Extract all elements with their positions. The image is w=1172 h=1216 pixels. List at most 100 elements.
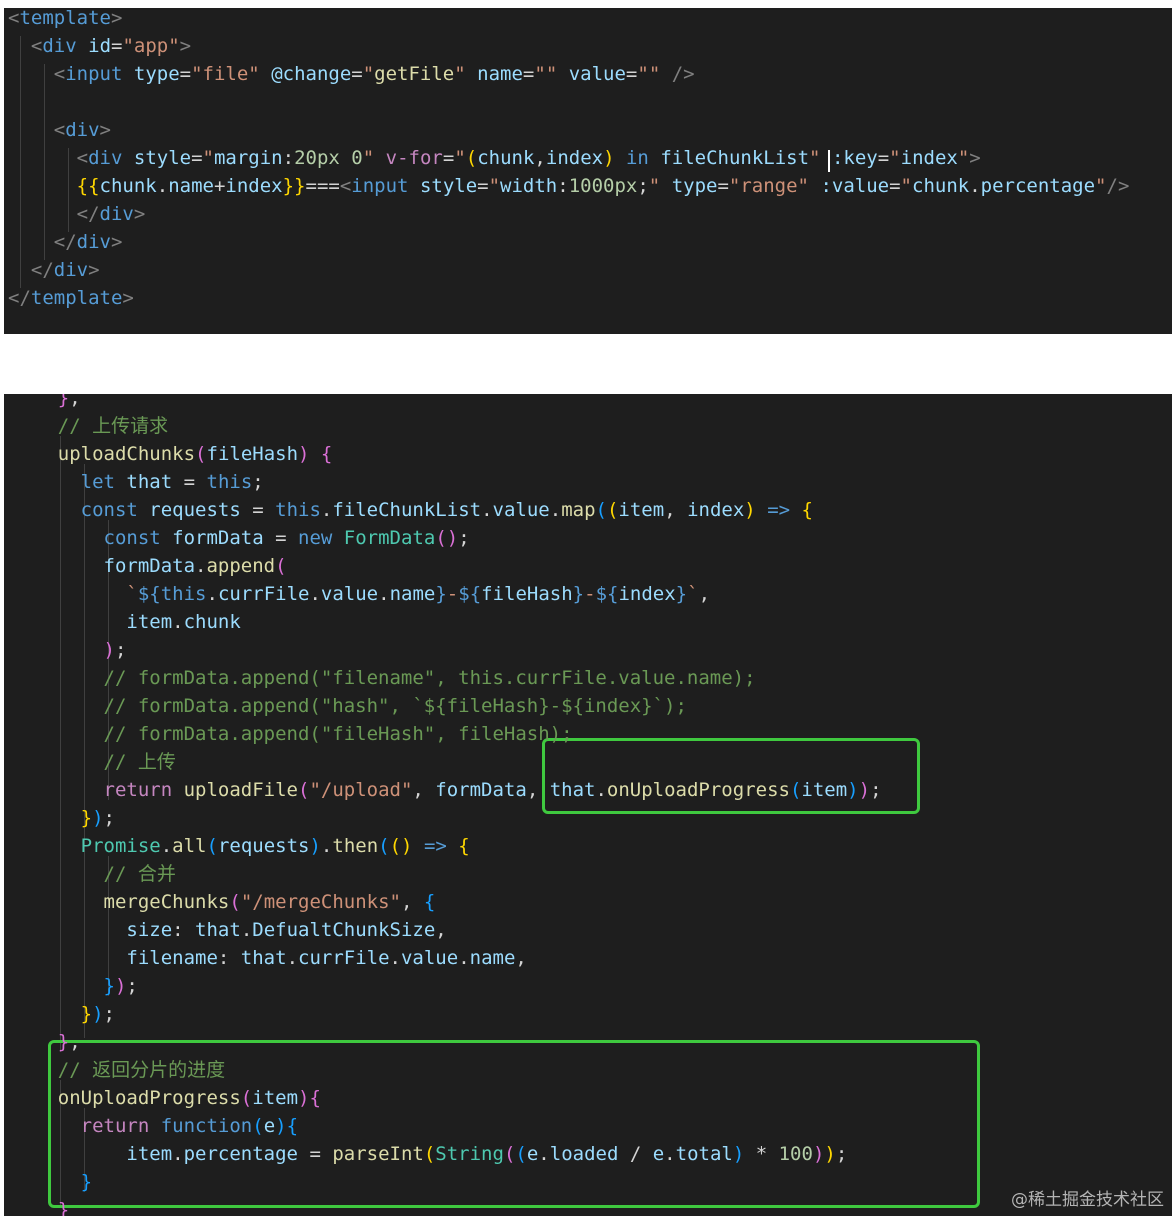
- code-token: function: [160, 1115, 253, 1137]
- template-code-panel: <template> <div id="app"> <input type="f…: [4, 8, 1172, 334]
- code-token: style: [419, 175, 478, 197]
- code-token: (: [229, 891, 241, 913]
- code-token: .: [664, 1143, 676, 1165]
- code-token: <: [53, 63, 66, 85]
- code-token: :: [557, 175, 569, 197]
- code-token: (): [389, 835, 413, 857]
- code-token: total: [675, 1143, 733, 1165]
- code-token: requests: [217, 835, 310, 857]
- code-token: =: [351, 63, 363, 85]
- code-line: // 上传请求: [12, 412, 168, 440]
- code-token: .: [481, 499, 493, 521]
- code-token: =>: [423, 835, 447, 857]
- code-token: +: [213, 175, 226, 197]
- code-token: (: [298, 779, 310, 801]
- code-token: =: [111, 35, 123, 57]
- code-token: index: [618, 583, 676, 605]
- code-token: currFile: [217, 583, 310, 605]
- code-token: ;: [252, 471, 264, 493]
- code-line: <div>: [8, 116, 111, 144]
- code-token: 20px: [294, 147, 340, 169]
- code-token: (: [240, 1087, 253, 1109]
- code-token: (): [435, 527, 459, 549]
- code-line: return uploadFile("/upload", formData, t…: [12, 776, 882, 804]
- code-token: =: [477, 175, 489, 197]
- code-token: this: [275, 499, 321, 521]
- code-token: ": [362, 63, 375, 85]
- code-token: ,: [412, 779, 436, 801]
- code-token: "app": [122, 35, 180, 57]
- code-token: ;: [103, 807, 115, 829]
- code-line: item.percentage = parseInt(String((e.loa…: [12, 1140, 847, 1168]
- code-token: const: [103, 527, 161, 549]
- code-token: .: [309, 583, 321, 605]
- code-line: onUploadProgress(item){: [12, 1084, 321, 1112]
- code-token: =: [191, 147, 203, 169]
- code-token: ;: [835, 1143, 848, 1165]
- code-token: :value: [820, 175, 890, 197]
- code-token: {: [458, 835, 470, 857]
- code-token: div: [42, 35, 77, 57]
- code-token: input: [351, 175, 409, 197]
- code-token: =: [240, 499, 276, 521]
- code-token: ": [957, 147, 970, 169]
- code-token: append: [206, 555, 276, 577]
- code-token: div: [88, 147, 123, 169]
- code-line: </div>: [8, 256, 100, 284]
- code-line: formData.append(: [12, 552, 287, 580]
- code-token: ): [92, 1003, 104, 1025]
- code-token: .: [240, 919, 253, 941]
- code-token: }: [57, 394, 70, 409]
- code-token: onUploadProgress: [57, 1087, 241, 1109]
- code-token: const: [80, 499, 138, 521]
- code-token: then: [332, 835, 379, 857]
- code-token: (: [503, 1143, 516, 1165]
- code-token: e: [652, 1143, 665, 1165]
- code-token: <: [76, 147, 89, 169]
- code-token: ): [114, 975, 127, 997]
- code-token: }: [80, 1003, 93, 1025]
- code-token: ): [309, 835, 321, 857]
- code-token: (: [206, 835, 218, 857]
- code-token: index: [545, 147, 604, 169]
- code-token: ): [744, 499, 756, 521]
- code-token: ;: [103, 1003, 115, 1025]
- code-token: =: [877, 147, 890, 169]
- code-token: ": [488, 175, 501, 197]
- code-token: </: [30, 259, 54, 281]
- code-token: :: [172, 919, 196, 941]
- code-line: });: [12, 1000, 115, 1028]
- code-token: .: [595, 779, 607, 801]
- code-token: name: [477, 63, 523, 85]
- code-token: item: [126, 611, 173, 633]
- code-token: fileChunkList: [660, 147, 810, 169]
- code-token: `: [126, 583, 138, 605]
- code-token: that: [549, 779, 596, 801]
- code-token: fileHash: [206, 443, 299, 465]
- code-token: percentage: [183, 1143, 298, 1165]
- code-token: .: [195, 555, 207, 577]
- code-line: let that = this;: [12, 468, 264, 496]
- code-token: requests: [149, 499, 241, 521]
- code-token: @change: [271, 63, 352, 85]
- code-token: name: [389, 583, 436, 605]
- code-token: name: [469, 947, 516, 969]
